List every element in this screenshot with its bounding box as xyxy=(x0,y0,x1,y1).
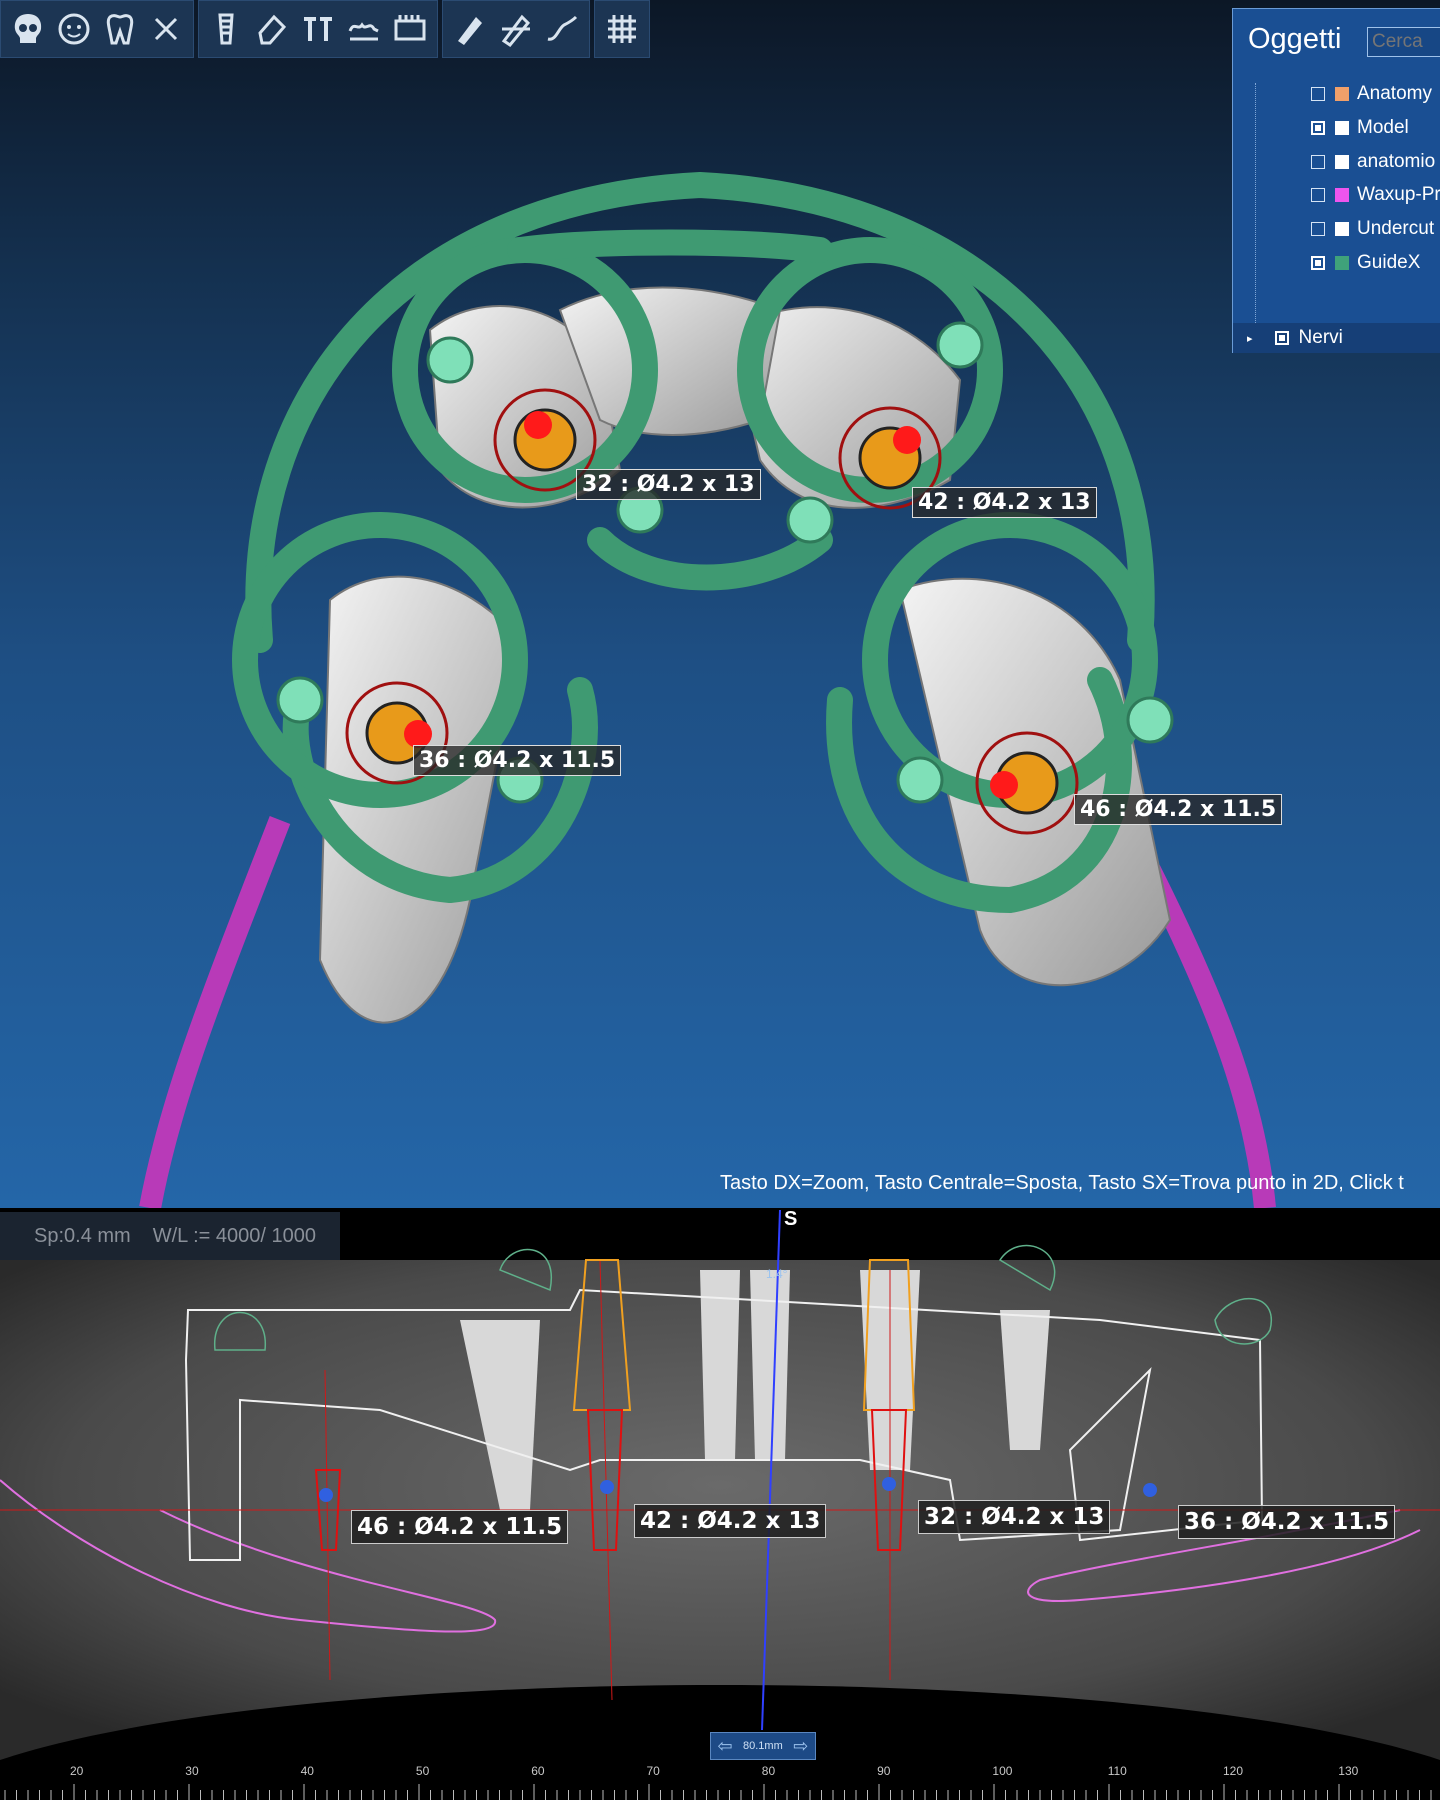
ruler-label: 80 xyxy=(761,1764,776,1778)
curve-icon[interactable] xyxy=(539,4,585,54)
3d-viewport[interactable]: 32 : Ø4.2 x 13 42 : Ø4.2 x 13 36 : Ø4.2 … xyxy=(0,0,1440,1208)
object-item-anatomio[interactable]: anatomio xyxy=(1233,145,1440,179)
color-swatch xyxy=(1335,256,1349,270)
implant-label-42[interactable]: 42 : Ø4.2 x 13 xyxy=(912,487,1097,518)
color-swatch xyxy=(1335,121,1349,135)
object-label: Model xyxy=(1357,117,1409,138)
angle-label: 1.4° xyxy=(766,1267,788,1281)
ruler-label: 130 xyxy=(1338,1764,1359,1778)
nerve-left xyxy=(139,816,291,1208)
object-item-anatomy[interactable]: Anatomy xyxy=(1233,77,1440,111)
ruler-label: 70 xyxy=(646,1764,660,1778)
skull-icon[interactable] xyxy=(5,4,51,54)
implant-label-46[interactable]: 46 : Ø4.2 x 11.5 xyxy=(1074,794,1283,825)
spacing-value: Sp:0.4 mm xyxy=(34,1224,131,1247)
close-icon[interactable] xyxy=(143,4,189,54)
implant-label-32[interactable]: 32 : Ø4.2 x 13 xyxy=(576,469,761,500)
child-face-icon[interactable] xyxy=(51,4,97,54)
panoramic-info-bar: Sp:0.4 mm W/L := 4000/ 1000 xyxy=(0,1212,340,1260)
object-checkbox[interactable] xyxy=(1311,87,1325,101)
object-item-model[interactable]: Model xyxy=(1233,111,1440,145)
arrow-left-icon[interactable]: ⇦ xyxy=(711,1734,739,1758)
ruler-label: 90 xyxy=(877,1764,891,1778)
object-checkbox[interactable] xyxy=(1311,188,1325,202)
nervi-label: Nervi xyxy=(1298,327,1343,348)
object-item-waxup-pr[interactable]: Waxup-Pr xyxy=(1233,178,1440,212)
object-label: Anatomy xyxy=(1357,83,1432,104)
slice-position-value: 80.1mm xyxy=(743,1740,783,1752)
implant-label-36[interactable]: 36 : Ø4.2 x 11.5 xyxy=(413,745,622,776)
ruler-label: 110 xyxy=(1107,1764,1127,1778)
implant-label-2d-46[interactable]: 46 : Ø4.2 x 11.5 xyxy=(351,1510,569,1544)
object-label: Waxup-Pr xyxy=(1357,184,1440,205)
model-icon[interactable] xyxy=(341,4,387,54)
object-checkbox[interactable] xyxy=(1311,256,1325,270)
ruler-label: 30 xyxy=(185,1764,199,1778)
implant-label-2d-36[interactable]: 36 : Ø4.2 x 11.5 xyxy=(1178,1505,1396,1539)
implant-icon[interactable] xyxy=(203,4,249,54)
object-checkbox[interactable] xyxy=(1311,222,1325,236)
object-checkbox[interactable] xyxy=(1311,155,1325,169)
implant-label-2d-32[interactable]: 32 : Ø4.2 x 13 xyxy=(918,1500,1111,1534)
objects-panel: Oggetti Anatomy Model anatomio Waxup-Pr Unde… xyxy=(1232,8,1440,353)
color-swatch xyxy=(1335,222,1349,236)
guide-edit-icon[interactable] xyxy=(493,4,539,54)
objects-panel-title: Oggetti xyxy=(1248,23,1342,55)
toolbar-group-guide xyxy=(442,0,590,58)
toolbar-group-implant xyxy=(198,0,438,58)
object-checkbox[interactable] xyxy=(1311,121,1325,135)
ruler-label: 50 xyxy=(415,1764,430,1778)
toolbar-group-grid xyxy=(594,0,650,58)
jaw-icon[interactable] xyxy=(387,4,433,54)
tooth-icon[interactable] xyxy=(97,4,143,54)
implant-2d-36[interactable] xyxy=(1143,1483,1157,1497)
window-level-value: W/L := 4000/ 1000 xyxy=(152,1224,316,1247)
slice-navigator: ⇦ 80.1mm ⇨ xyxy=(710,1732,816,1760)
color-swatch xyxy=(1335,155,1349,169)
main-toolbar xyxy=(0,0,650,58)
panoramic-view[interactable]: Sp:0.4 mm W/L := 4000/ 1000 S 1.4° 46 : … xyxy=(0,1210,1440,1800)
ruler-label: 100 xyxy=(992,1764,1013,1778)
ruler-label: 120 xyxy=(1223,1764,1244,1778)
object-label: GuideX xyxy=(1357,252,1421,273)
implant-label-2d-42[interactable]: 42 : Ø4.2 x 13 xyxy=(634,1504,827,1538)
ruler-label: 60 xyxy=(531,1764,545,1778)
color-swatch xyxy=(1335,87,1349,101)
grid-icon[interactable] xyxy=(599,4,645,54)
object-label: anatomio xyxy=(1357,151,1436,172)
abutment-icon[interactable] xyxy=(295,4,341,54)
color-swatch xyxy=(1335,188,1349,202)
orientation-label: S xyxy=(784,1210,798,1230)
ruler-label: 20 xyxy=(70,1764,84,1778)
nervi-checkbox[interactable] xyxy=(1274,331,1289,345)
object-item-guidex[interactable]: GuideX xyxy=(1233,246,1440,280)
mouse-hint-text: Tasto DX=Zoom, Tasto Centrale=Sposta, Ta… xyxy=(720,1172,1404,1194)
expand-arrow-icon[interactable]: ▸ xyxy=(1247,332,1253,345)
arrow-right-icon[interactable]: ⇨ xyxy=(787,1734,815,1758)
3d-scene[interactable] xyxy=(0,0,1440,1208)
objects-search-input[interactable] xyxy=(1367,27,1440,57)
eraser-icon[interactable] xyxy=(249,4,295,54)
object-label: Undercut xyxy=(1357,218,1435,239)
guide-cut-icon[interactable] xyxy=(447,4,493,54)
objects-group-nervi[interactable]: ▸ Nervi xyxy=(1233,323,1440,353)
object-item-undercut[interactable]: Undercut xyxy=(1233,212,1440,246)
ruler-label: 40 xyxy=(300,1764,314,1778)
toolbar-group-view xyxy=(0,0,194,58)
